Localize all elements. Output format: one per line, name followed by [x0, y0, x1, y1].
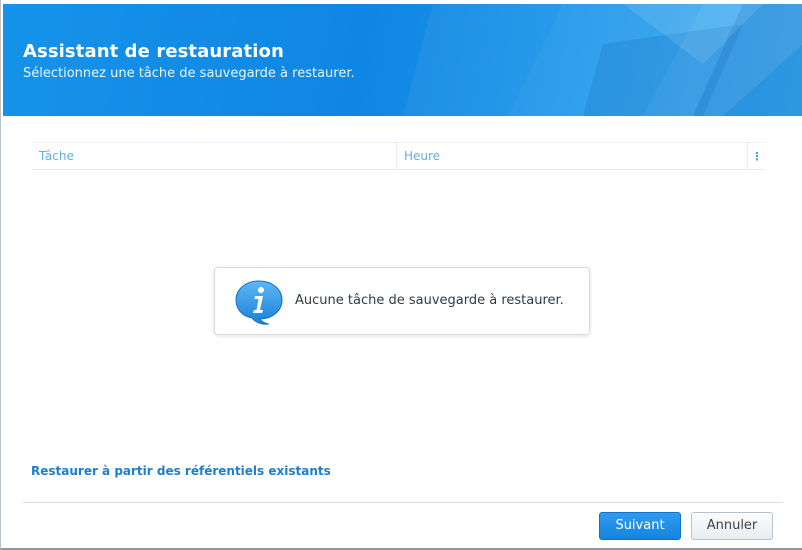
- cancel-button[interactable]: Annuler: [691, 512, 773, 540]
- wizard-subtitle: Sélectionnez une tâche de sauvegarde à r…: [23, 66, 355, 81]
- restore-wizard-window: Assistant de restauration Sélectionnez u…: [0, 0, 802, 550]
- next-button[interactable]: Suivant: [599, 512, 681, 540]
- column-menu-icon[interactable]: ⋮: [748, 143, 766, 170]
- task-grid-header: Tâche Heure ⋮: [32, 142, 766, 170]
- wizard-title: Assistant de restauration: [23, 41, 284, 62]
- column-header-time[interactable]: Heure: [397, 143, 748, 170]
- wizard-header: Assistant de restauration Sélectionnez u…: [3, 4, 802, 116]
- column-header-task[interactable]: Tâche: [32, 143, 397, 170]
- empty-state-text: Aucune tâche de sauvegarde à restaurer.: [295, 293, 564, 308]
- footer-divider: [23, 502, 783, 503]
- empty-state-message: Aucune tâche de sauvegarde à restaurer.: [214, 267, 590, 335]
- info-speech-bubble-icon: [235, 280, 283, 325]
- restore-from-existing-link[interactable]: Restaurer à partir des référentiels exis…: [31, 464, 331, 478]
